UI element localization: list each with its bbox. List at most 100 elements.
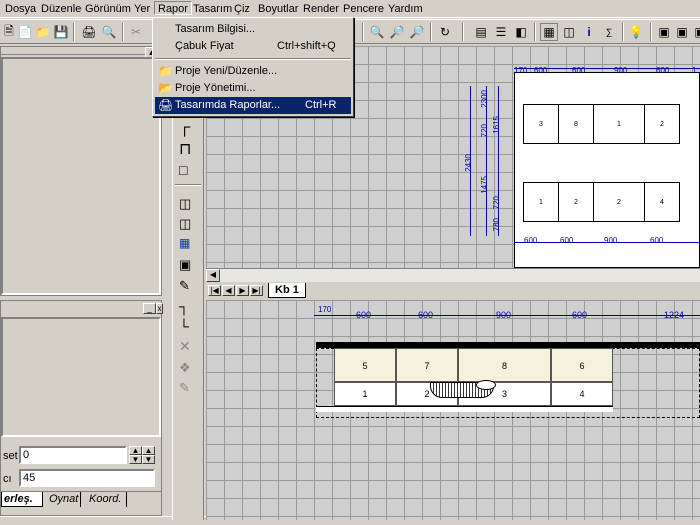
print-icon[interactable]: 🖨 — [80, 23, 98, 41]
menu-dosya[interactable]: Dosya — [2, 2, 39, 16]
menu-item-proje-yeni[interactable]: 📁 Proje Yeni/Düzenle... — [155, 63, 351, 80]
view-icon[interactable]: ▤ — [472, 23, 490, 41]
open-icon[interactable]: 📁 — [34, 23, 52, 41]
panel-minimize-button[interactable]: _ — [143, 303, 156, 314]
report-icon: 🖨 — [158, 98, 174, 112]
plan-upper-cabinet[interactable]: 8 — [558, 104, 594, 144]
print-preview-icon[interactable]: 🔍 — [100, 23, 118, 41]
zoom-in-icon[interactable]: 🔎 — [388, 23, 406, 41]
tab-next-button[interactable]: ▶ — [236, 285, 249, 296]
bulb-icon[interactable]: 💡 — [627, 23, 645, 41]
new-doc-icon[interactable]: 📄 — [16, 23, 34, 41]
cube3-icon[interactable]: ▣ — [691, 23, 700, 41]
dim-left-5: 720 — [492, 196, 501, 210]
u-shape-tool-icon[interactable]: ⊓ — [179, 142, 191, 158]
corner-tool-icon[interactable]: ┌ — [179, 120, 190, 136]
elevation-view-canvas[interactable]: 170 600 600 900 600 1224 5 7 8 6 1 2 3 4 — [206, 300, 700, 520]
calc-icon[interactable]: ∑ — [600, 23, 618, 41]
grid-icon[interactable]: ▦ — [540, 23, 558, 41]
offset-field[interactable]: 0 — [19, 446, 127, 464]
elevation-upper-cabinet[interactable]: 7 — [396, 348, 458, 382]
offset-spin-down-button[interactable]: ▼ — [129, 455, 142, 464]
angle-field[interactable]: 45 — [19, 469, 155, 487]
menu-duzenle[interactable]: Düzenle — [38, 2, 84, 16]
menu-ciz[interactable]: Çiz — [231, 2, 253, 16]
wall-tool-icon[interactable]: ┐ — [179, 298, 189, 314]
dim-left-6: 780 — [492, 218, 501, 232]
front-dim-0: 170 — [318, 305, 332, 314]
plan-lower-cabinet[interactable]: 2 — [558, 182, 594, 222]
list-icon[interactable]: ☰ — [492, 23, 510, 41]
dim-top-5: 1 — [692, 66, 697, 75]
zoom-icon[interactable]: 🔍 — [368, 23, 386, 41]
dim-top-3: 900 — [614, 66, 628, 75]
cut-icon[interactable]: ✂ — [127, 23, 145, 41]
offset-spin-down2-button[interactable]: ▼ — [142, 455, 155, 464]
window-tool-icon[interactable]: ◫ — [179, 196, 191, 212]
elevation-upper-cabinet[interactable]: 8 — [458, 348, 551, 382]
insert-tool-icon[interactable]: ▣ — [179, 257, 191, 273]
menu-yardim[interactable]: Yardım — [385, 2, 426, 16]
save-icon[interactable]: 💾 — [52, 23, 70, 41]
plan-upper-cabinet[interactable]: 1 — [593, 104, 645, 144]
cube-icon[interactable]: ▣ — [655, 23, 673, 41]
plan-upper-cabinet[interactable]: 3 — [523, 104, 559, 144]
application-window: Dosya Düzenle Görünüm Yer Rapor Tasarım … — [0, 0, 700, 525]
tab-oynat[interactable]: Oynat — [45, 492, 81, 507]
delete-tool-icon[interactable]: ✕ — [179, 338, 191, 355]
front-dim-4: 600 — [572, 310, 588, 320]
zoom-out-icon[interactable]: 🔎 — [408, 23, 426, 41]
countertop — [316, 406, 613, 412]
box-icon[interactable]: ◫ — [560, 23, 578, 41]
plan-horizontal-scrollbar[interactable]: ◀ — [206, 268, 700, 282]
tab-last-button[interactable]: ▶| — [250, 285, 263, 296]
offset-spin-up-button[interactable]: ▲ — [129, 446, 142, 455]
plan-lower-cabinet[interactable]: 4 — [644, 182, 680, 222]
menu-gorunum[interactable]: Görünüm — [82, 2, 134, 16]
menu-item-tasarimda-raporlar[interactable]: 🖨 Tasarımda Raporlar... Ctrl+R — [155, 97, 351, 114]
offset-spin-up2-button[interactable]: ▲ — [142, 446, 155, 455]
menu-boyutlar[interactable]: Boyutlar — [255, 2, 301, 16]
tab-koord[interactable]: Koord. — [85, 492, 127, 507]
scroll-left-button[interactable]: ◀ — [206, 269, 220, 282]
menu-bar: Dosya Düzenle Görünüm Yer Rapor Tasarım … — [0, 0, 700, 18]
door-tool-icon[interactable]: ◫ — [179, 216, 191, 232]
box-tool-icon[interactable]: □ — [179, 162, 187, 178]
menu-item-cabuk-fiyat[interactable]: Çabuk Fiyat Ctrl+shift+Q — [155, 38, 351, 55]
panel-icon[interactable]: ◧ — [512, 23, 530, 41]
menu-rapor[interactable]: Rapor — [154, 1, 192, 15]
elevation-upper-cabinet[interactable]: 6 — [551, 348, 613, 382]
tab-kb1[interactable]: Kb 1 — [268, 283, 306, 298]
elevation-upper-cabinet[interactable]: 5 — [334, 348, 396, 382]
plan-lower-cabinet[interactable]: 2 — [593, 182, 645, 222]
elevation-lower-cabinet[interactable]: 4 — [551, 382, 613, 406]
angle-label: cı — [3, 473, 12, 485]
menu-tasarim[interactable]: Tasarım — [190, 2, 235, 16]
tab-prev-button[interactable]: ◀ — [222, 285, 235, 296]
refresh-icon[interactable]: ↻ — [436, 23, 454, 41]
shape-tool-icon[interactable]: ❖ — [179, 360, 191, 376]
info-icon[interactable]: i — [580, 23, 598, 41]
menu-yer[interactable]: Yer — [131, 2, 153, 16]
tab-yerlestir[interactable]: erleş. — [1, 492, 43, 507]
panel-close-button[interactable]: x — [156, 303, 163, 314]
menu-pencere[interactable]: Pencere — [340, 2, 387, 16]
menu-render[interactable]: Render — [300, 2, 342, 16]
cube2-icon[interactable]: ▣ — [673, 23, 691, 41]
dim-top-4: 600 — [656, 66, 670, 75]
faucet-fixture — [476, 380, 496, 390]
edit-tool-icon[interactable]: ✎ — [179, 380, 190, 396]
drawing-tool-strip: ┌ ⊓ □ ◫ ◫ ▦ ▣ ✎ ┐ └ ✕ ❖ ✎ — [172, 46, 204, 520]
dim-left-3: 1475 — [480, 176, 489, 194]
menu-item-tasarim-bilgisi[interactable]: Tasarım Bilgisi... — [155, 21, 351, 38]
front-dim-2: 600 — [418, 310, 434, 320]
wall2-tool-icon[interactable]: └ — [179, 318, 189, 334]
appliance-tool-icon[interactable]: ▦ — [179, 236, 190, 250]
plan-lower-cabinet[interactable]: 1 — [523, 182, 559, 222]
elevation-lower-cabinet[interactable]: 1 — [334, 382, 396, 406]
pencil-tool-icon[interactable]: ✎ — [179, 278, 190, 294]
left-top-panel: ▲ — [0, 46, 162, 296]
plan-upper-cabinet[interactable]: 2 — [644, 104, 680, 144]
tab-first-button[interactable]: |◀ — [208, 285, 221, 296]
menu-item-proje-yonetimi[interactable]: 📂 Proje Yönetimi... — [155, 80, 351, 97]
